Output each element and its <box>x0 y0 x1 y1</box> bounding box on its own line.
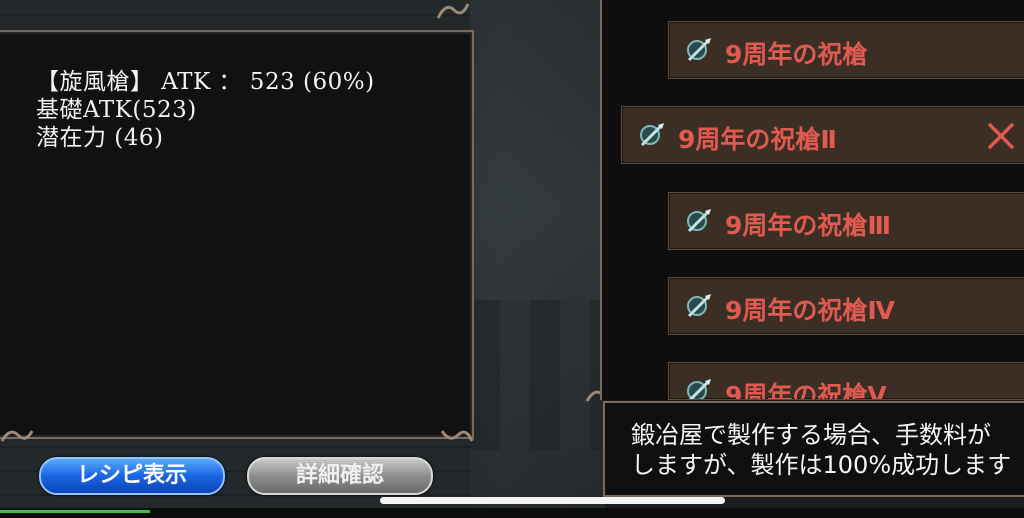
weapon-name: 9周年の祝槍Ⅱ <box>678 125 837 154</box>
weapon-name: 9周年の祝槍Ⅲ <box>725 211 892 240</box>
weapon-list-item[interactable]: 9周年の祝槍Ⅳ <box>668 277 1024 335</box>
spear-icon <box>640 123 664 147</box>
message-line: しますが、製作は100%成功します <box>631 451 1012 479</box>
weapon-list-item[interactable]: 9周年の祝槍Ⅲ <box>668 192 1024 250</box>
weapon-list-item[interactable]: 9周年の祝槍 <box>668 21 1024 79</box>
close-icon[interactable] <box>986 121 1016 151</box>
progress-bar <box>0 510 150 513</box>
spear-icon <box>687 209 711 233</box>
background-fence <box>470 300 605 450</box>
status-panel: 【旋風槍】 ATK ： 523 (60%) 基礎ATK(523) 潜在力 (46… <box>0 30 474 439</box>
message-box: 鍛冶屋で製作する場合、手数料が しますが、製作は100%成功します <box>603 401 1024 497</box>
weapon-name: 9周年の祝槍 <box>725 40 868 69</box>
spear-icon <box>687 294 711 318</box>
bottom-bar <box>0 508 1024 518</box>
potential: 潜在力 (46) <box>36 125 164 151</box>
frame-ornament-icon <box>436 0 470 20</box>
weapon-name: 9周年の祝槍Ⅴ <box>725 381 887 400</box>
detail-button[interactable]: 詳細確認 <box>247 457 433 495</box>
weapon-list-item-selected[interactable]: 9周年の祝槍Ⅱ <box>621 106 1024 164</box>
spear-icon <box>687 38 711 62</box>
frame-ornament-icon <box>0 425 34 445</box>
recipe-button[interactable]: レシピ表示 <box>39 457 225 495</box>
weapon-list-item[interactable]: 9周年の祝槍Ⅴ <box>668 362 1024 400</box>
spear-icon <box>687 379 711 399</box>
weapon-name: 9周年の祝槍Ⅳ <box>725 296 895 325</box>
frame-ornament-icon <box>440 425 474 445</box>
home-indicator[interactable] <box>380 497 725 504</box>
